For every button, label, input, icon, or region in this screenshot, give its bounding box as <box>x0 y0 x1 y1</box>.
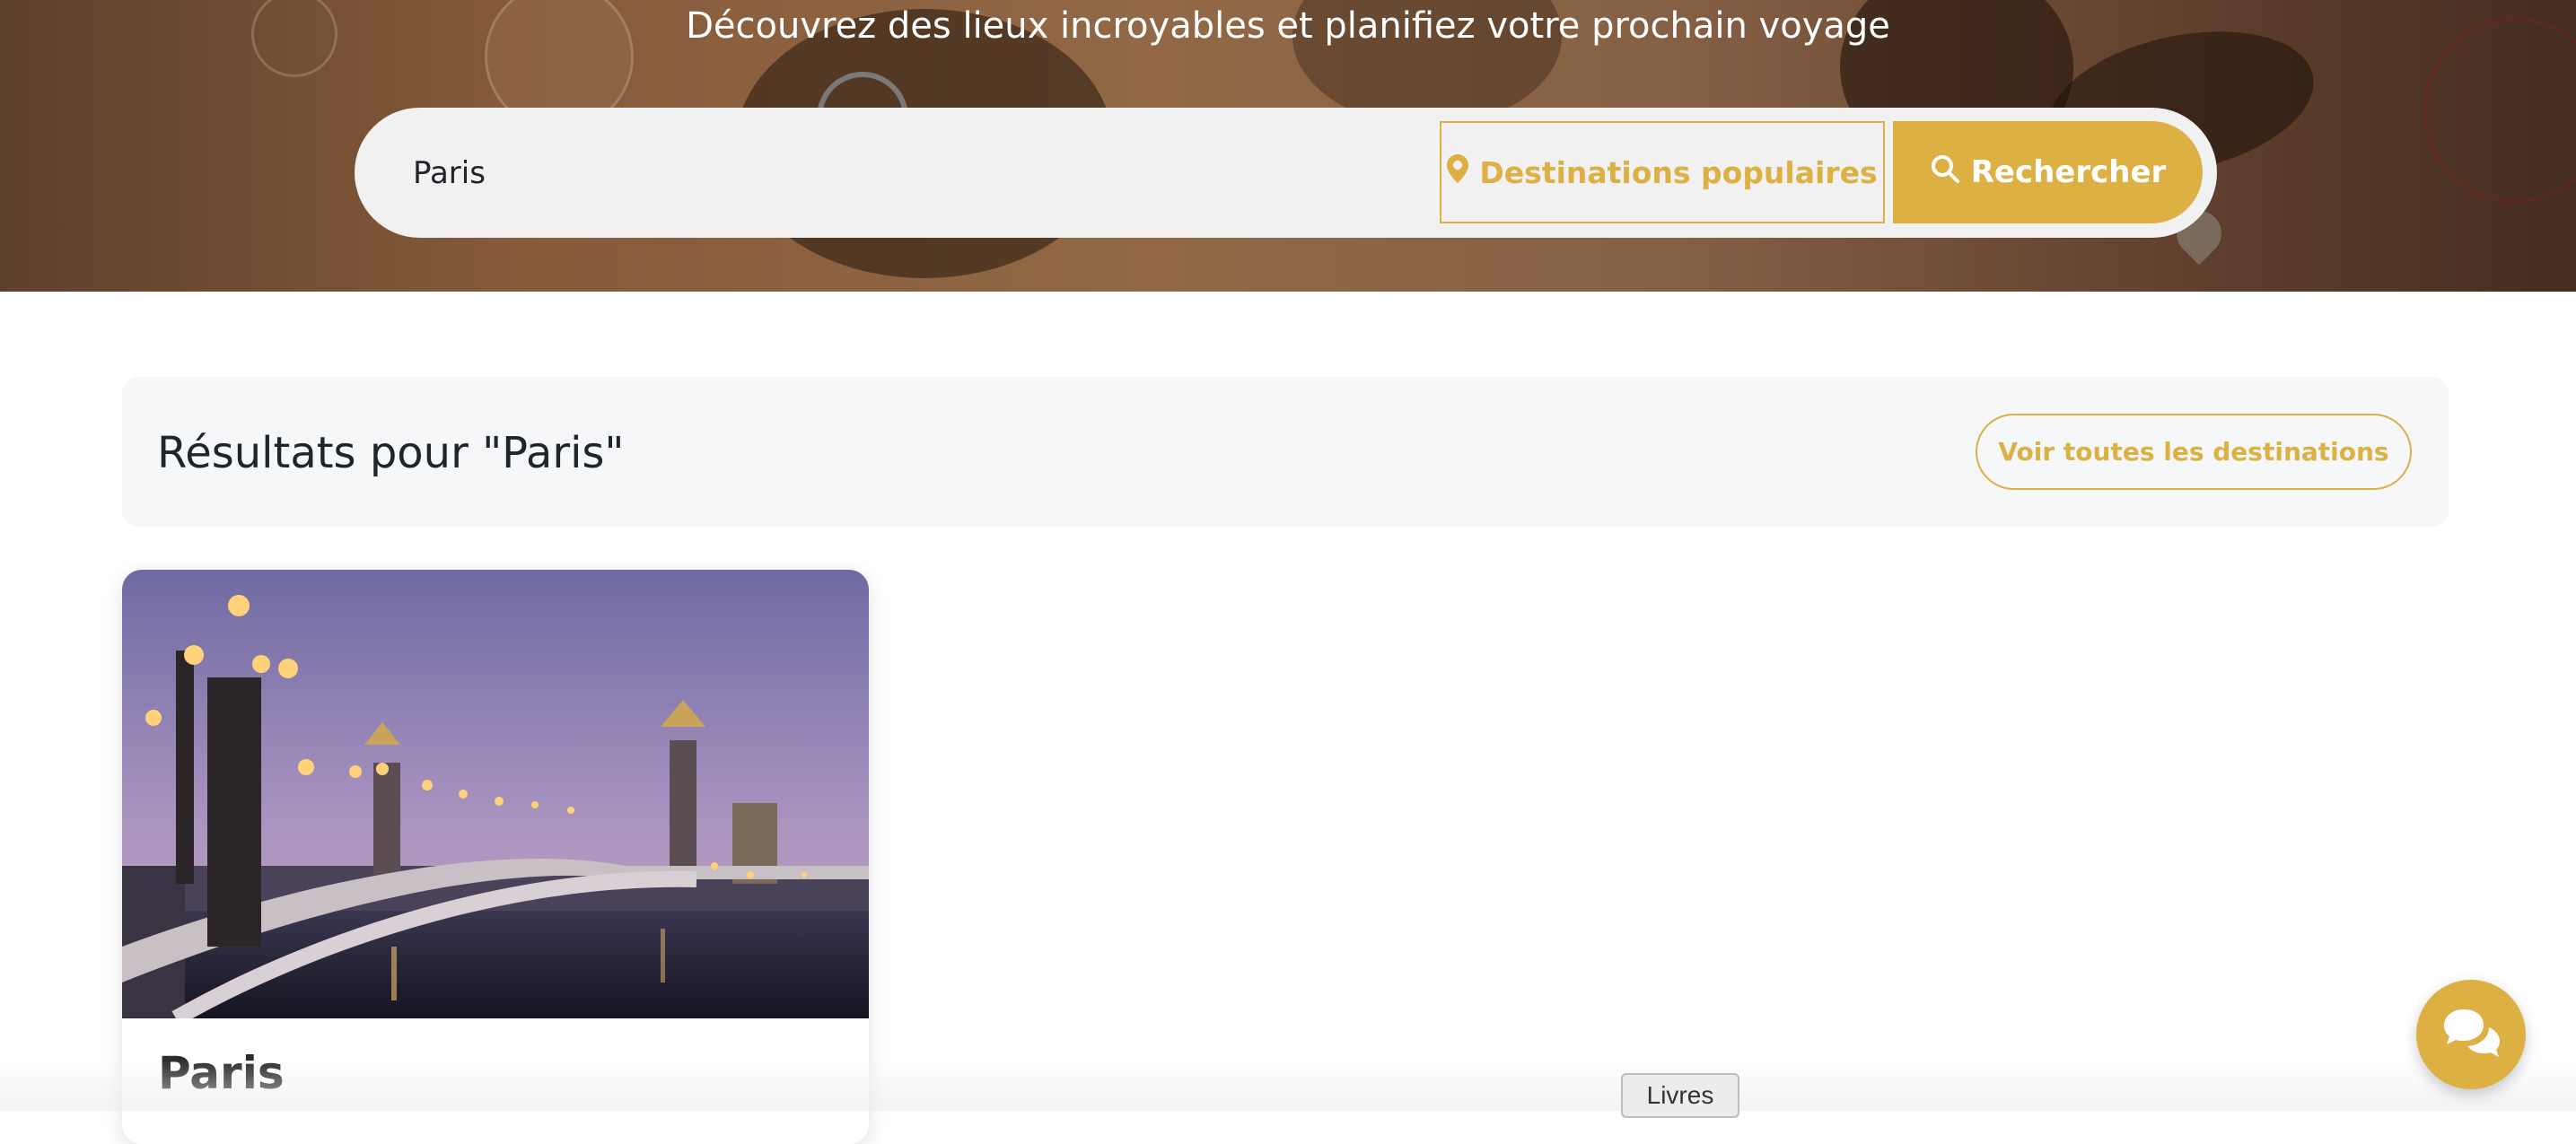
chat-bubbles-icon <box>2442 1008 2500 1061</box>
books-tab[interactable]: Livres <box>1621 1073 1739 1118</box>
results-title: Résultats pour "Paris" <box>157 428 625 478</box>
popular-destinations-button[interactable]: Destinations populaires <box>1440 121 1885 223</box>
search-icon <box>1930 153 1960 192</box>
bottom-fade <box>0 1059 2576 1111</box>
map-marker-icon <box>1447 154 1469 190</box>
search-button-label: Rechercher <box>1970 154 2167 190</box>
view-all-destinations-button[interactable]: Voir toutes les destinations <box>1976 414 2412 490</box>
popular-destinations-label: Destinations populaires <box>1479 154 1878 190</box>
chat-button[interactable] <box>2416 980 2526 1089</box>
hero-tagline: Découvrez des lieux incroyables et plani… <box>686 5 1890 47</box>
search-input[interactable] <box>413 144 1400 203</box>
destination-card-image <box>122 570 869 1026</box>
search-button[interactable]: Rechercher <box>1893 121 2203 223</box>
destination-card[interactable]: Paris <box>122 570 869 1144</box>
